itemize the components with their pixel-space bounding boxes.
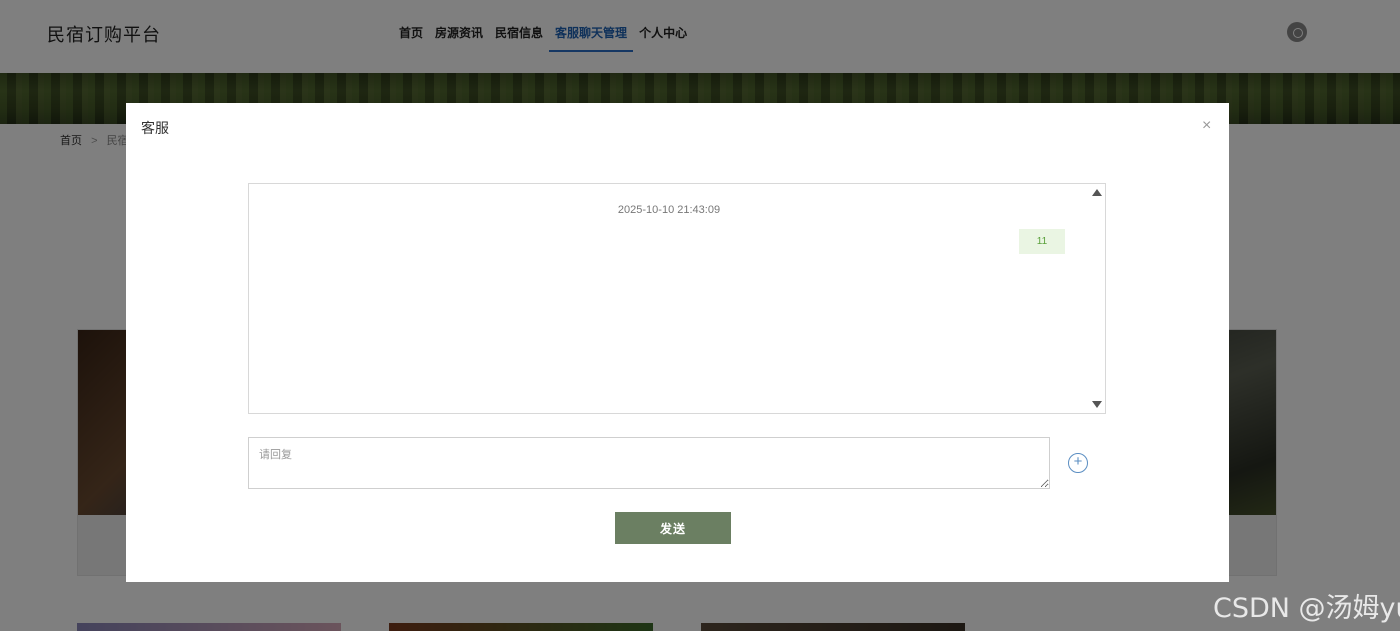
chat-history-panel[interactable]: 2025-10-10 21:43:09 11 (248, 183, 1106, 414)
close-icon[interactable]: × (1202, 117, 1211, 135)
customer-service-dialog: 客服 × 2025-10-10 21:43:09 11 + 发送 (126, 103, 1229, 582)
add-circle-icon[interactable]: + (1068, 453, 1088, 473)
reply-input[interactable] (248, 437, 1050, 489)
chat-message-bubble: 11 (1019, 229, 1065, 254)
scroll-down-arrow-icon[interactable] (1092, 401, 1102, 408)
send-button[interactable]: 发送 (615, 512, 731, 544)
watermark-text: CSDN @汤姆yu (1213, 593, 1400, 624)
dialog-title: 客服 (141, 120, 169, 136)
message-timestamp: 2025-10-10 21:43:09 (617, 204, 721, 216)
scroll-up-arrow-icon[interactable] (1092, 189, 1102, 196)
